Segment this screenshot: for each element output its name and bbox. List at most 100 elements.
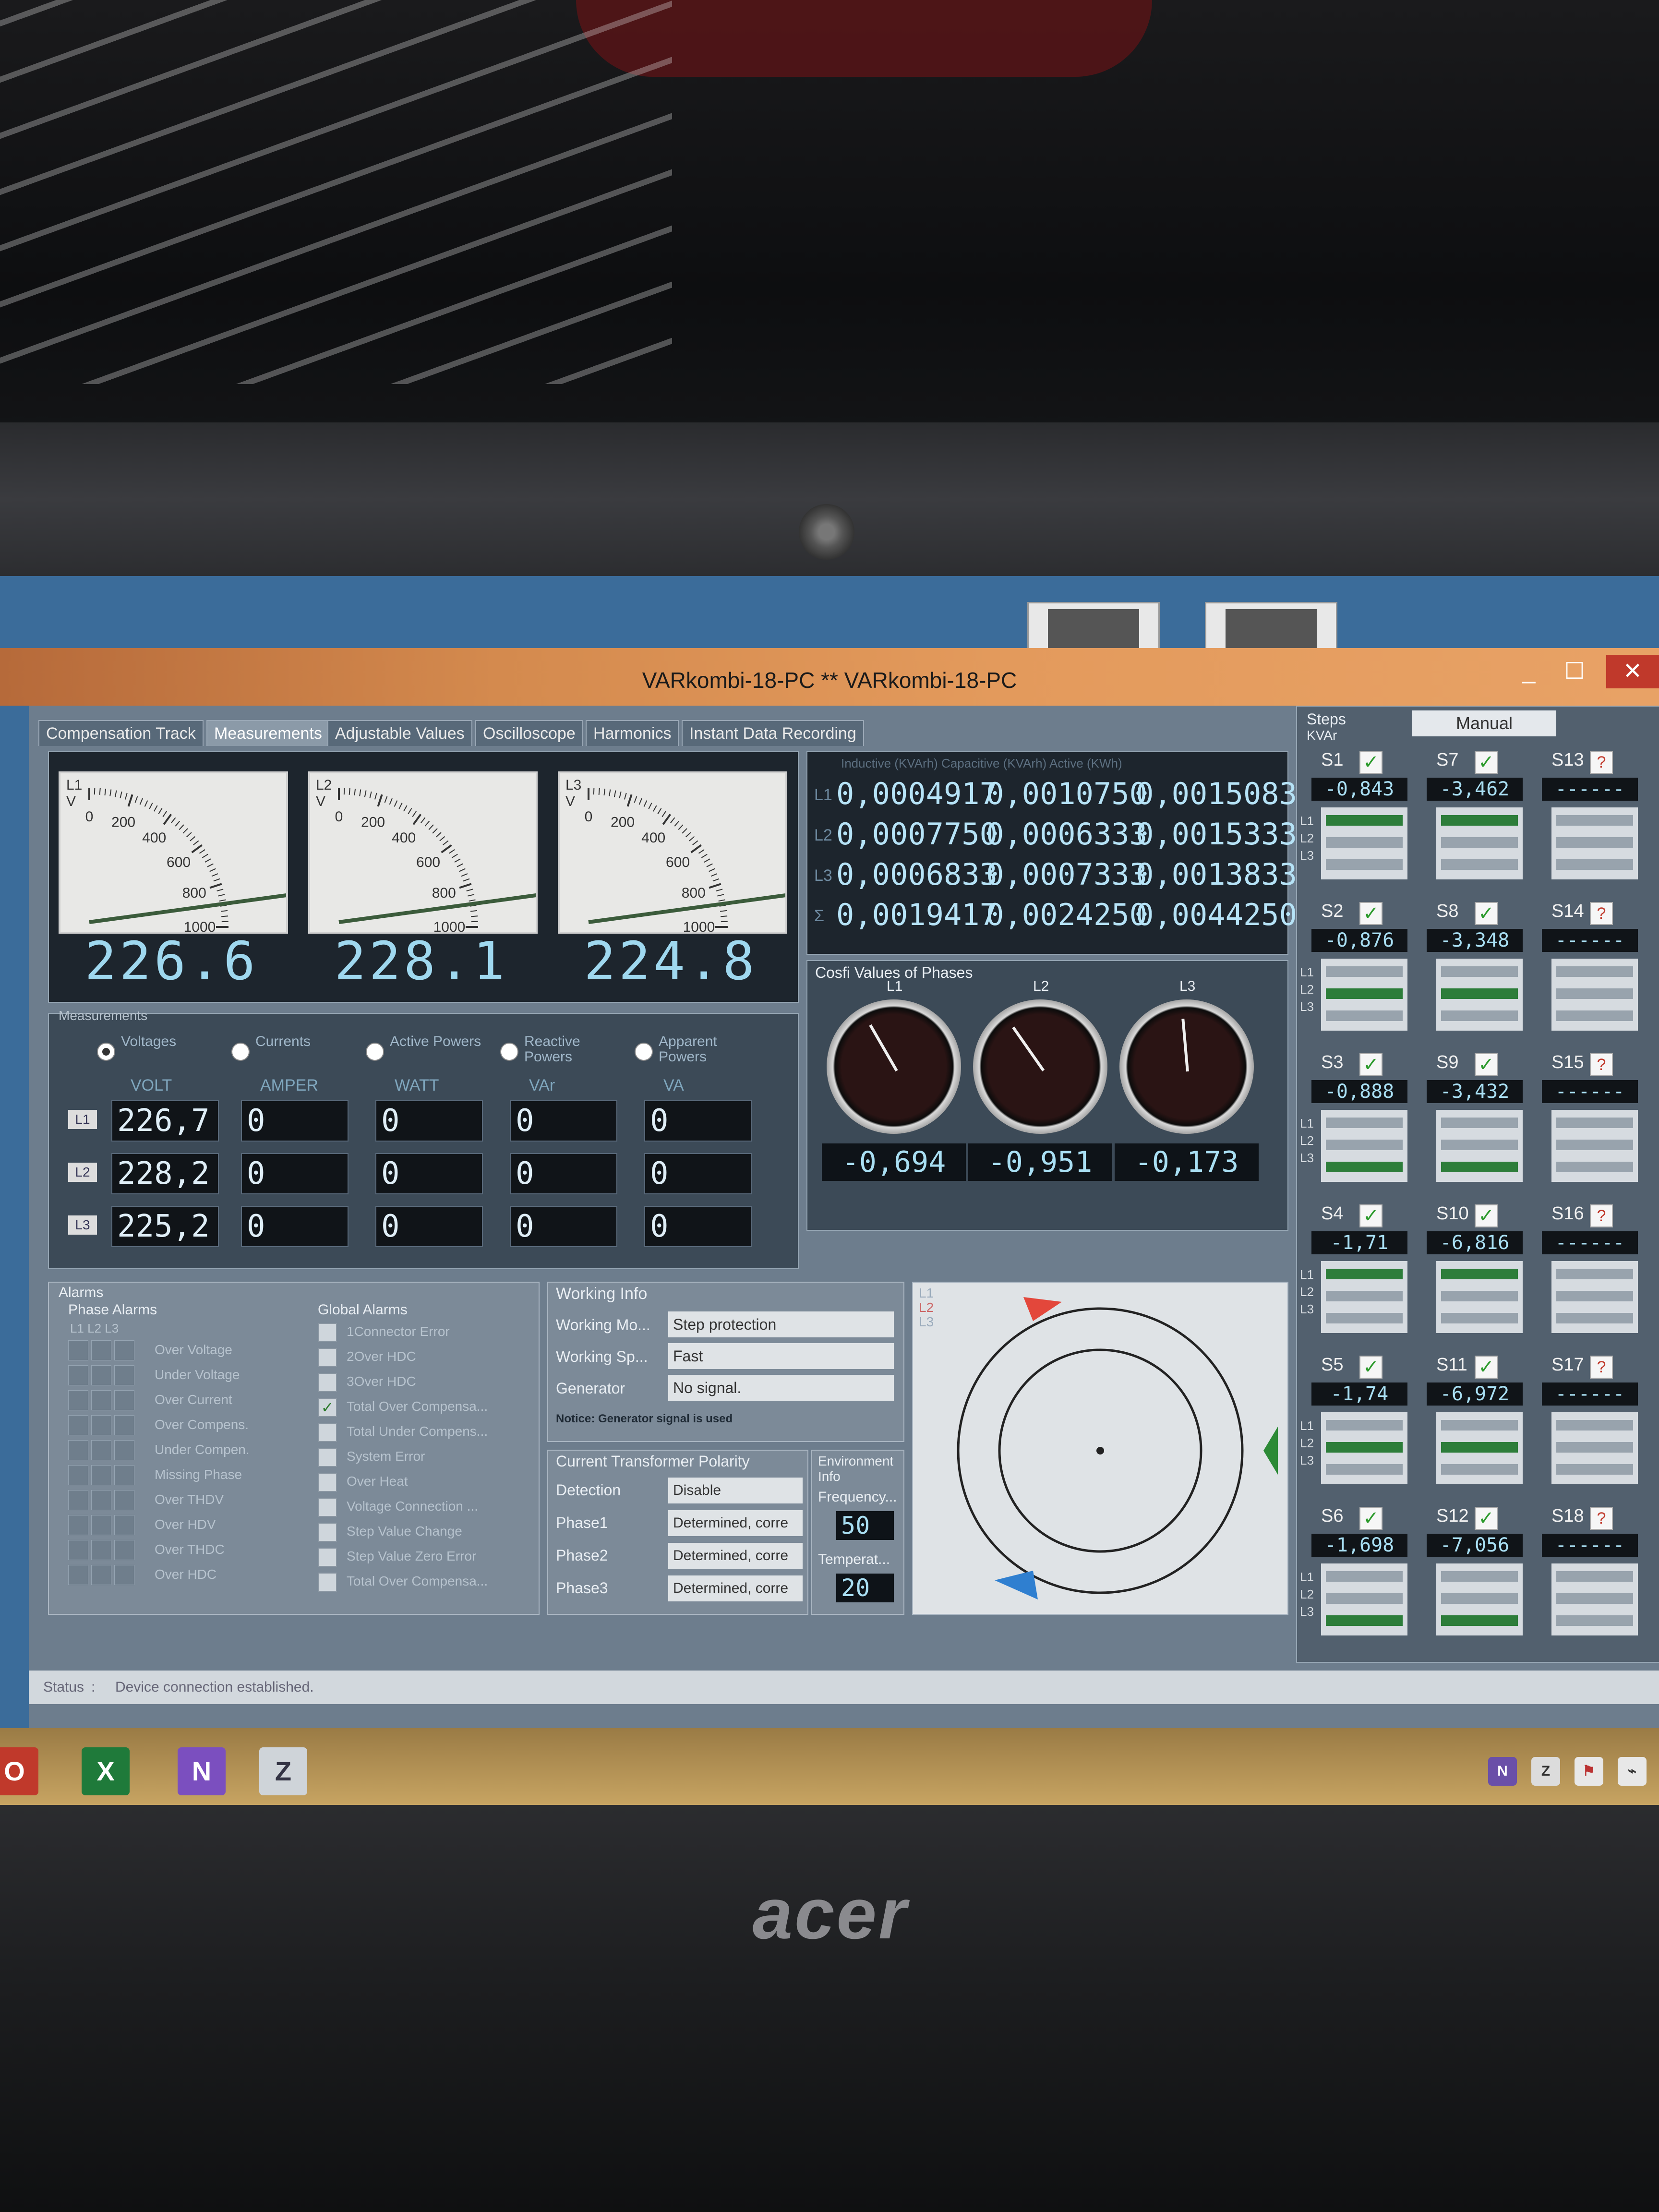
measure-value-cell: 0 — [644, 1153, 752, 1194]
tab-harmonics[interactable]: Harmonics — [586, 720, 679, 746]
tab-compensation-track[interactable]: Compensation Track — [38, 720, 204, 746]
step-check-icon[interactable]: ✓ — [1359, 1507, 1382, 1530]
step-card: S10 ✓ -6,816 — [1422, 1203, 1527, 1343]
meter-tick — [432, 828, 438, 834]
step-phase-label: L1 — [1300, 814, 1314, 828]
minimize-button[interactable]: _ — [1503, 655, 1555, 688]
step-phase-bars — [1321, 1261, 1407, 1333]
mode-manual-button[interactable]: Manual — [1412, 710, 1556, 736]
measure-value-cell: 0 — [375, 1206, 483, 1247]
measure-column-header: VA — [663, 1076, 684, 1094]
working-info-value: No signal. — [668, 1375, 894, 1401]
onenote-icon[interactable]: N — [178, 1747, 226, 1795]
meter-tick — [412, 811, 417, 817]
step-check-icon[interactable]: ✓ — [1475, 902, 1498, 925]
alarm-checkbox — [318, 1498, 337, 1517]
step-phase-label: L3 — [1300, 1604, 1314, 1619]
measure-value-cell: 0 — [241, 1206, 349, 1247]
meter-tick — [412, 814, 422, 825]
step-card: S14? ------ — [1537, 901, 1643, 1040]
step-check-icon[interactable]: ✓ — [1475, 1507, 1498, 1530]
voltage-digital-reading: 224.8 — [584, 930, 757, 992]
meter-tick-label: 600 — [666, 854, 690, 870]
step-card: S6 ✓ -1,698 L1 L2 L3 — [1300, 1506, 1412, 1645]
gauge-needle — [1181, 1019, 1189, 1072]
steps-unit: KVAr — [1307, 728, 1337, 743]
alarm-checkbox — [318, 1473, 337, 1492]
meter-tick — [698, 849, 705, 854]
step-question-icon[interactable]: ? — [1590, 1356, 1613, 1379]
step-bar — [1556, 837, 1633, 848]
meter-tick — [163, 814, 172, 825]
measure-radio[interactable] — [500, 1043, 518, 1061]
measurements-panel: Measurements Voltages Currents Active Powe… — [48, 1008, 799, 1269]
tray-flag-icon[interactable]: ⚑ — [1575, 1757, 1603, 1786]
step-check-icon[interactable]: ✓ — [1475, 1204, 1498, 1227]
step-question-icon[interactable]: ? — [1590, 1204, 1613, 1227]
measure-value-cell: 0 — [510, 1206, 617, 1247]
meter-tick — [435, 832, 442, 838]
step-check-icon[interactable]: ✓ — [1475, 1053, 1498, 1076]
tray-onenote-icon[interactable]: N — [1488, 1757, 1517, 1786]
step-bar — [1441, 1313, 1518, 1323]
tab-oscilloscope[interactable]: Oscilloscope — [475, 720, 583, 746]
step-check-icon[interactable]: ✓ — [1359, 1204, 1382, 1227]
tab-instant-data-recording[interactable]: Instant Data Recording — [682, 720, 864, 746]
status-text: Device connection established. — [115, 1679, 314, 1695]
measure-radio[interactable] — [97, 1043, 115, 1061]
meter-tick — [682, 828, 687, 834]
phasor-arrow-blue — [995, 1571, 1038, 1599]
step-name: S6 — [1321, 1506, 1344, 1526]
step-question-icon[interactable]: ? — [1590, 902, 1613, 925]
measure-radio[interactable] — [635, 1043, 653, 1061]
global-alarm-label: Over Heat — [347, 1474, 408, 1489]
phase-alarm-led — [91, 1340, 111, 1360]
close-button[interactable]: ✕ — [1606, 655, 1659, 688]
measure-radio[interactable] — [231, 1043, 250, 1061]
step-phase-label: L2 — [1300, 1133, 1314, 1148]
meter-tick — [443, 840, 449, 845]
step-bar — [1556, 815, 1633, 826]
phase-alarm-led — [68, 1465, 88, 1485]
analog-voltmeter: L3 V 0 200 400 600 800 1000 — [558, 771, 787, 934]
step-check-icon[interactable]: ✓ — [1359, 751, 1382, 774]
meter-tick — [704, 858, 710, 863]
measure-column-header: WATT — [395, 1076, 439, 1094]
step-check-icon[interactable]: ✓ — [1475, 1356, 1498, 1379]
tray-app-icon[interactable]: Z — [1531, 1757, 1560, 1786]
measure-radio[interactable] — [366, 1043, 384, 1061]
energy-value: 0,0024250 — [986, 897, 1147, 932]
maximize-button[interactable]: ☐ — [1548, 655, 1601, 688]
tab-adjustable-values[interactable]: Adjustable Values — [327, 720, 472, 746]
global-alarm-label: Total Under Compens... — [347, 1424, 488, 1439]
excel-icon[interactable]: X — [82, 1747, 130, 1795]
meter-tick — [120, 791, 122, 798]
voltage-meters-panel: L1 V 0 200 400 600 800 1000 226.6 L2 V 0 200 400 600 80… — [48, 751, 799, 1003]
step-check-icon[interactable]: ✓ — [1475, 751, 1498, 774]
measurements-group-label: Measurements — [59, 1008, 148, 1023]
meter-tick — [364, 790, 367, 797]
phase-alarm-led — [91, 1465, 111, 1485]
tab-measurements[interactable]: Measurements — [206, 720, 330, 746]
tray-network-icon[interactable]: ⌁ — [1618, 1757, 1647, 1786]
step-bar — [1556, 1162, 1633, 1172]
step-check-icon[interactable]: ✓ — [1359, 1356, 1382, 1379]
step-question-icon[interactable]: ? — [1590, 1507, 1613, 1530]
step-check-icon[interactable]: ✓ — [1359, 902, 1382, 925]
meter-tick — [459, 883, 472, 889]
phase-alarm-label: Under Voltage — [155, 1367, 240, 1382]
step-check-icon[interactable]: ✓ — [1359, 1053, 1382, 1076]
measure-row-label: L1 — [68, 1110, 97, 1129]
step-question-icon[interactable]: ? — [1590, 1053, 1613, 1076]
app-icon[interactable]: Z — [259, 1747, 307, 1795]
global-alarm-label: Total Over Compensa... — [347, 1399, 488, 1414]
step-phase-bars — [1436, 959, 1523, 1031]
step-card: S1 ✓ -0,843 L1 L2 L3 — [1300, 750, 1412, 889]
meter-tick — [374, 793, 377, 800]
meter-tick — [470, 910, 478, 912]
opera-icon[interactable]: O — [0, 1747, 38, 1795]
meter-tick — [709, 883, 721, 889]
step-bar — [1556, 1593, 1633, 1604]
step-question-icon[interactable]: ? — [1590, 751, 1613, 774]
global-alarm-label: 3Over HDC — [347, 1374, 416, 1389]
